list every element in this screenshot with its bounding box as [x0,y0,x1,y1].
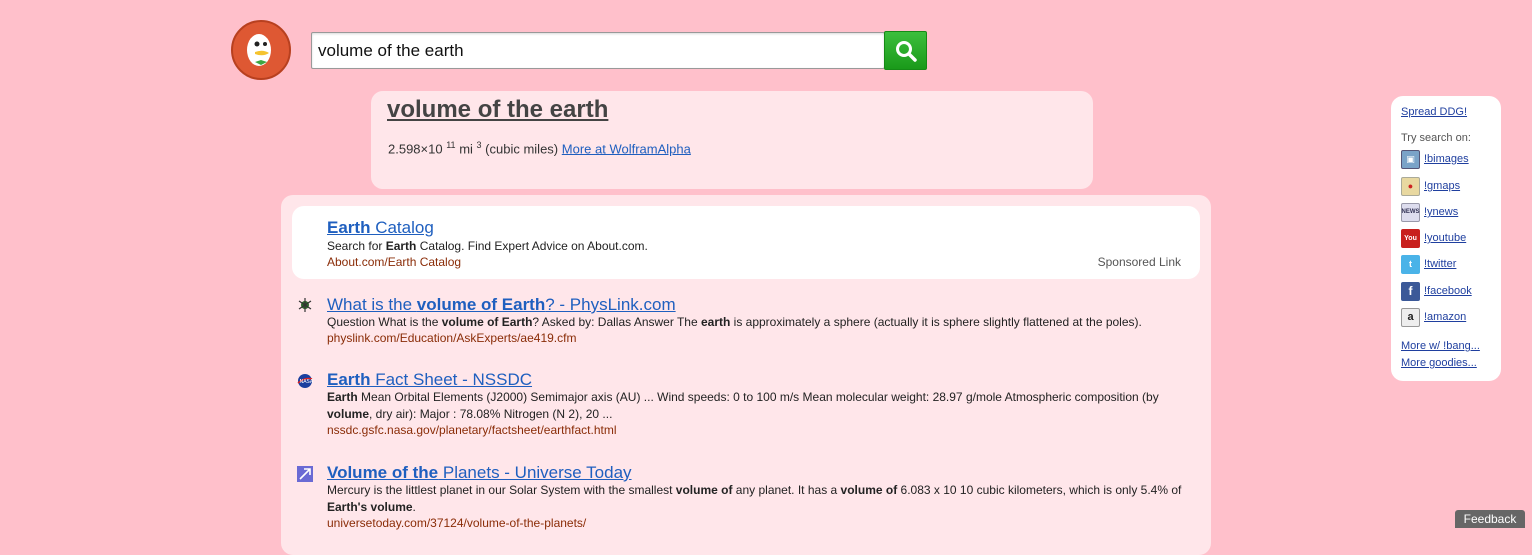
zero-click-answer: 2.598×10 11 mi 3 (cubic miles) More at W… [388,140,691,156]
snippet-highlight: volume of [675,483,733,497]
snippet-text: any planet. It has a [732,483,841,497]
bang-link[interactable]: !amazon [1424,311,1466,323]
snippet-text: Question What is the [327,315,442,329]
answer-exponent: 11 [446,140,456,150]
snippet-text: 6.083 x 10 10 cubic kilometers, which is… [897,483,1182,497]
sidebar: Spread DDG! Try search on: ▣ !bimages ● … [1391,96,1501,381]
snippet-highlight: earth [700,315,731,329]
snippet-text: , dry air): Major : 78.08% Nitrogen (N 2… [369,407,613,421]
try-search-label: Try search on: [1401,132,1471,144]
snippet-highlight: volume of Earth [441,315,533,329]
bang-link[interactable]: !facebook [1424,285,1472,297]
sponsored-label: Sponsored Link [1097,255,1181,269]
physlink-favicon-icon [298,298,312,312]
wolframalpha-link[interactable]: More at WolframAlpha [562,141,691,156]
feedback-button[interactable]: Feedback [1455,510,1525,528]
bang-item-facebook[interactable]: f !facebook [1401,281,1472,301]
result-title-link[interactable]: What is the volume of Earth? - PhysLink.… [327,295,676,315]
result-snippet: Question What is the volume of Earth? As… [327,314,1197,331]
answer-value: 2.598×10 [388,141,443,157]
zero-click-info: volume of the earth 2.598×10 11 mi 3 (cu… [371,91,1093,189]
more-goodies-link[interactable]: More goodies... [1401,357,1477,369]
bang-item-twitter[interactable]: t !twitter [1401,254,1456,274]
result-snippet: Mercury is the littlest planet in our So… [327,482,1197,516]
more-bang-link[interactable]: More w/ !bang... [1401,340,1480,352]
bang-item-youtube[interactable]: You !youtube [1401,228,1466,248]
search-icon [895,40,917,62]
bang-item-gmaps[interactable]: ● !gmaps [1401,176,1460,196]
results-panel: Earth Catalog Search for Earth Catalog. … [281,195,1211,555]
images-icon: ▣ [1401,149,1420,169]
answer-unit-desc: (cubic miles) [485,141,559,157]
bang-item-amazon[interactable]: a !amazon [1401,307,1466,327]
result-title-link[interactable]: Earth Fact Sheet - NSSDC [327,370,532,390]
result-url[interactable]: physlink.com/Education/AskExperts/ae419.… [327,331,576,345]
snippet-text: is approximately a sphere (actually it i… [730,315,1142,329]
snippet-highlight: Earth's volume [327,500,413,514]
svg-text:NASA: NASA [300,379,314,385]
snippet-text: ? Asked by: Dallas Answer The [532,315,701,329]
snippet-text: Mean Orbital Elements (J2000) Semimajor … [357,390,1159,404]
snippet-text: . [412,500,416,514]
search-input[interactable] [311,32,885,69]
facebook-icon: f [1401,281,1420,301]
search-button[interactable] [884,31,927,70]
bang-link[interactable]: !twitter [1424,258,1456,270]
youtube-icon: You [1401,228,1420,248]
zero-click-title[interactable]: volume of the earth [387,96,608,124]
universetoday-favicon-icon [297,466,313,482]
ad-title-link[interactable]: Earth Catalog [327,218,434,238]
spread-ddg-link[interactable]: Spread DDG! [1401,106,1467,118]
answer-unit-exponent: 3 [476,140,482,150]
result-snippet: Earth Mean Orbital Elements (J2000) Semi… [327,389,1197,423]
bang-item-ynews[interactable]: NEWS !ynews [1401,202,1458,222]
bang-item-bimages[interactable]: ▣ !bimages [1401,149,1469,169]
ad-snippet: Search for Earth Catalog. Find Expert Ad… [327,239,648,253]
maps-icon: ● [1401,176,1420,196]
snippet-highlight: volume [327,407,370,421]
duckduckgo-logo[interactable] [231,20,291,80]
snippet-highlight: Earth [327,390,358,404]
snippet-highlight: volume of [840,483,898,497]
bang-link[interactable]: !gmaps [1424,180,1460,192]
amazon-icon: a [1401,307,1420,327]
ad-url[interactable]: About.com/Earth Catalog [327,255,461,269]
answer-unit: mi [459,141,473,157]
snippet-text: Mercury is the littlest planet in our So… [327,483,676,497]
bang-link[interactable]: !ynews [1424,206,1458,218]
news-icon: NEWS [1401,202,1420,222]
bang-link[interactable]: !youtube [1424,232,1466,244]
sponsored-result: Earth Catalog Search for Earth Catalog. … [292,206,1200,279]
result-url[interactable]: nssdc.gsfc.nasa.gov/planetary/factsheet/… [327,423,617,437]
twitter-icon: t [1401,254,1420,274]
nasa-favicon-icon: NASA [297,374,314,388]
result-title-link[interactable]: Volume of the Planets - Universe Today [327,463,632,483]
bang-link[interactable]: !bimages [1424,153,1469,165]
